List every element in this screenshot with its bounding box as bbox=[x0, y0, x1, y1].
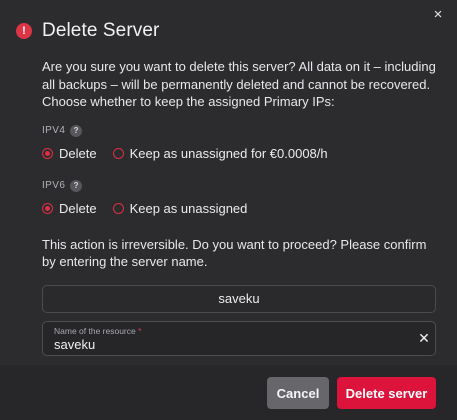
ipv4-label: IPV4 bbox=[42, 125, 66, 136]
radio-unchecked-icon[interactable] bbox=[112, 202, 124, 214]
dialog-header: ! Delete Server bbox=[16, 20, 159, 42]
server-name-display: saveku bbox=[42, 284, 436, 313]
ipv6-help-icon[interactable]: ? bbox=[70, 179, 83, 192]
radio-checked-icon[interactable] bbox=[42, 147, 53, 159]
dialog-title: Delete Server bbox=[42, 20, 160, 41]
ipv6-keep-option[interactable]: Keep as unassigned bbox=[112, 200, 248, 216]
dialog-body: Are you sure you want to delete this ser… bbox=[42, 58, 436, 356]
alert-icon: ! bbox=[16, 23, 32, 39]
dialog-description: Are you sure you want to delete this ser… bbox=[42, 59, 436, 109]
ipv6-delete-option[interactable]: Delete bbox=[42, 201, 97, 216]
dialog-footer: Cancel Delete server bbox=[0, 365, 457, 420]
ipv6-keep-label: Keep as unassigned bbox=[129, 200, 248, 216]
resource-name-input[interactable] bbox=[54, 336, 394, 352]
ipv6-delete-label: Delete bbox=[59, 200, 97, 216]
delete-server-dialog: × ! Delete Server Are you sure you want … bbox=[0, 0, 457, 420]
clear-icon[interactable]: ✕ bbox=[417, 331, 431, 345]
ipv4-section-label: IPV4 ? bbox=[42, 124, 436, 137]
ipv6-radio-group: Delete Keep as unassigned bbox=[42, 201, 436, 216]
radio-unchecked-icon[interactable] bbox=[112, 147, 124, 159]
resource-name-field[interactable]: Name of the resource * ✕ bbox=[42, 320, 436, 356]
cancel-button[interactable]: Cancel bbox=[267, 377, 329, 409]
ipv6-label: IPV6 bbox=[42, 180, 66, 191]
confirm-instructions: This action is irreversible. Do you want… bbox=[42, 236, 427, 270]
delete-server-button[interactable]: Delete server bbox=[337, 377, 436, 409]
ipv4-radio-group: Delete Keep as unassigned for €0.0008/h bbox=[42, 146, 436, 161]
required-marker: * bbox=[138, 325, 142, 336]
ipv4-keep-label: Keep as unassigned for €0.0008/h bbox=[129, 145, 328, 161]
radio-checked-icon[interactable] bbox=[42, 202, 53, 214]
ipv4-keep-option[interactable]: Keep as unassigned for €0.0008/h bbox=[112, 145, 328, 161]
resource-name-field-label: Name of the resource * bbox=[54, 325, 142, 336]
ipv6-section-label: IPV6 ? bbox=[42, 179, 436, 192]
ipv4-delete-option[interactable]: Delete bbox=[42, 146, 97, 161]
ipv4-delete-label: Delete bbox=[59, 145, 97, 161]
close-icon[interactable]: × bbox=[429, 6, 447, 24]
ipv4-help-icon[interactable]: ? bbox=[70, 124, 83, 137]
